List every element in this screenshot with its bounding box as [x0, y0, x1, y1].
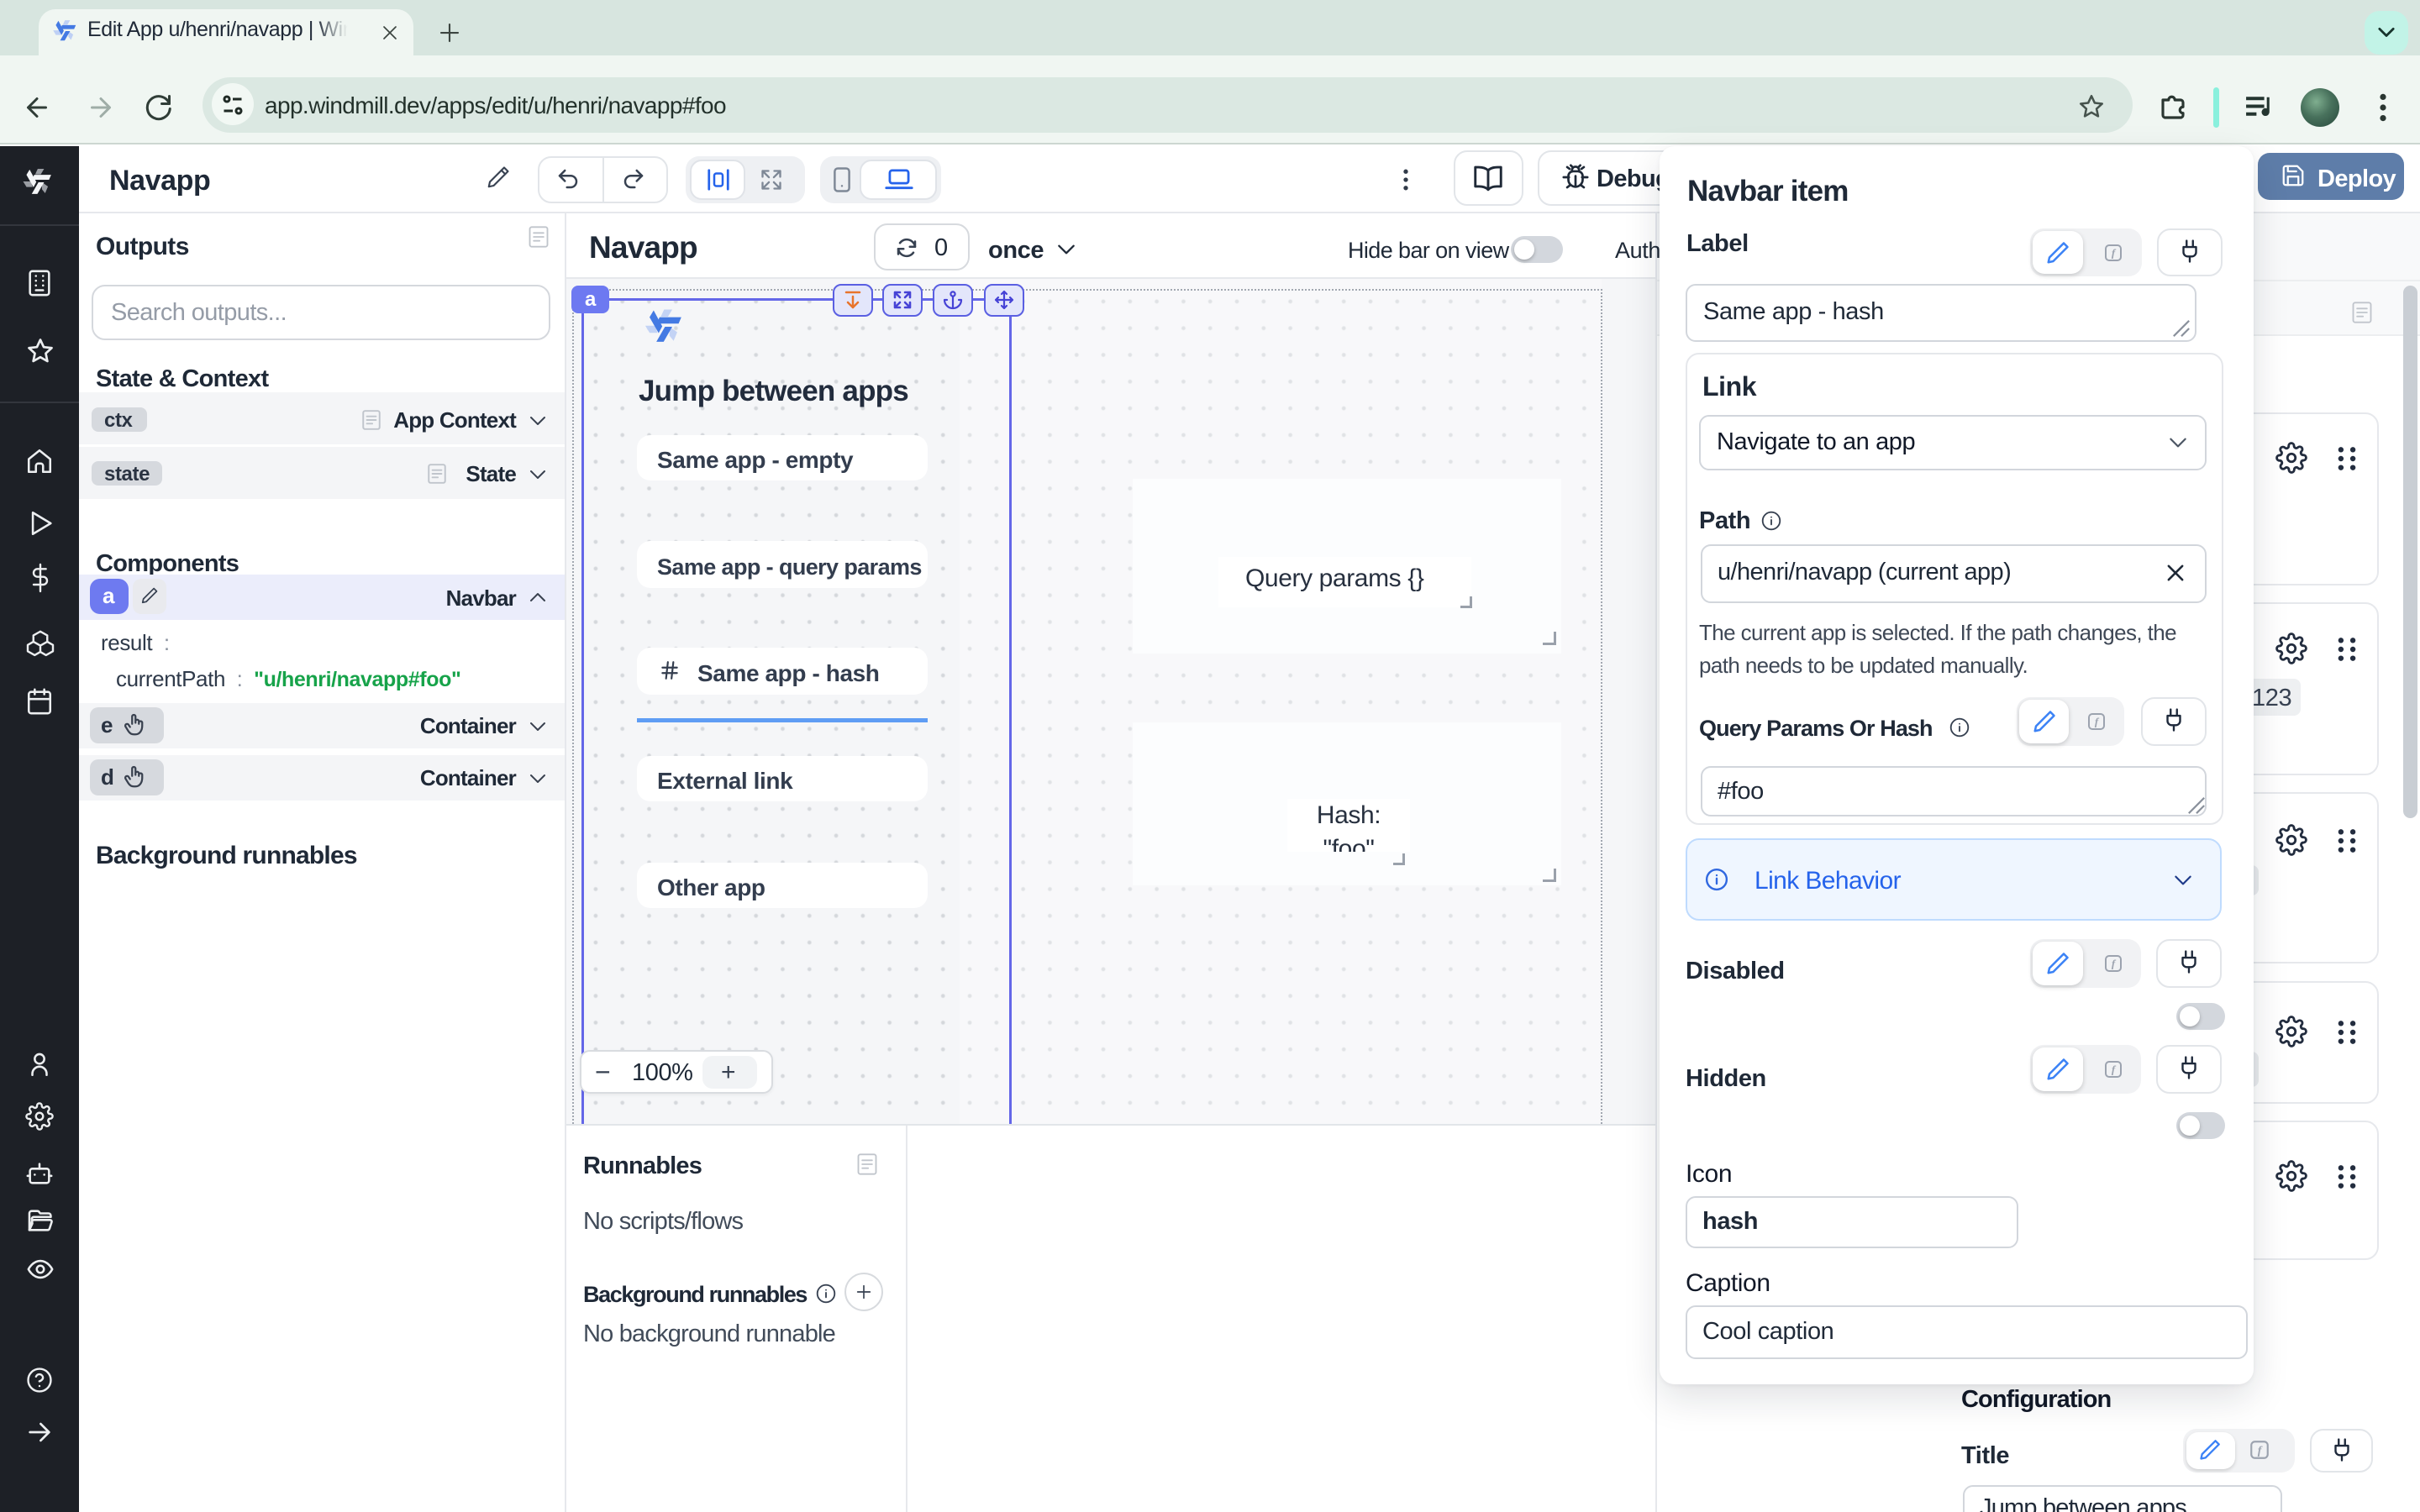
svg-text:f: f [2112, 247, 2117, 260]
svg-text:f: f [2258, 1444, 2263, 1457]
svg-text:f: f [2112, 1063, 2117, 1076]
svg-text:f: f [2112, 958, 2117, 970]
svg-text:f: f [2095, 716, 2100, 728]
